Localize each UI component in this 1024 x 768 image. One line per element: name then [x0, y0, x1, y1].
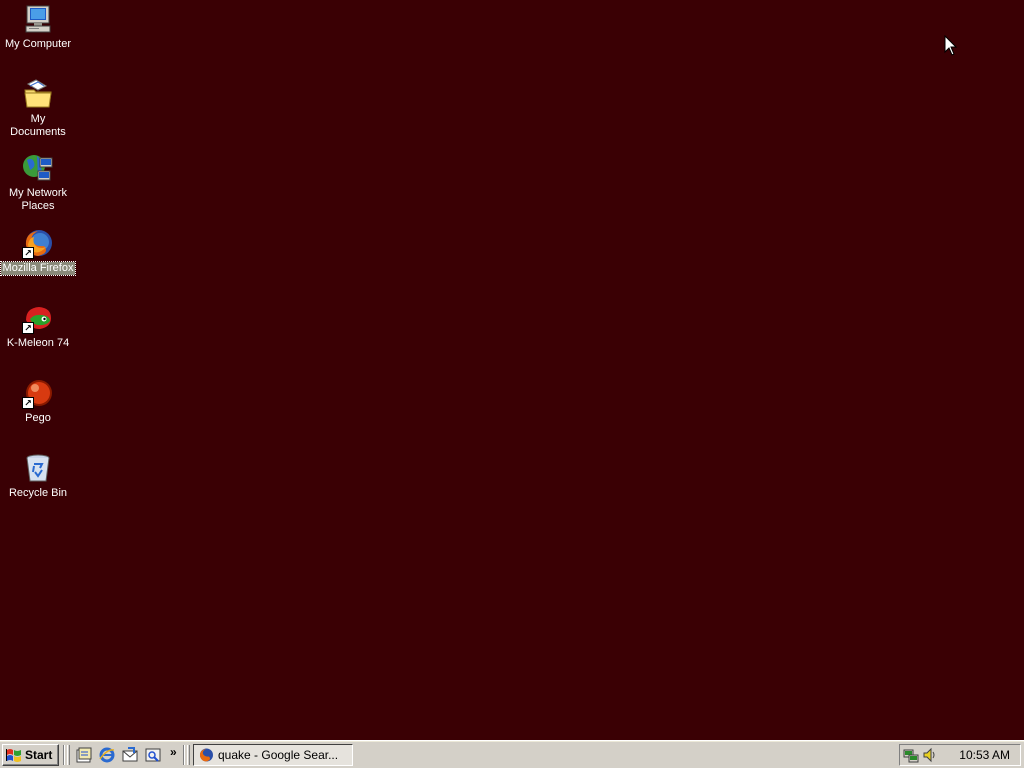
quick-launch-more-button[interactable]: » — [170, 745, 177, 759]
toolbar-grip[interactable] — [187, 745, 190, 765]
desktop-icon-label: Mozilla Firefox — [0, 261, 77, 276]
network-tray-icon[interactable] — [903, 747, 919, 763]
outlook-express-icon[interactable] — [122, 747, 138, 763]
my-computer-icon — [21, 2, 55, 36]
shortcut-arrow-icon: ↗ — [22, 322, 34, 334]
my-documents-icon — [21, 77, 55, 111]
desktop-icon-label: My Documents — [10, 113, 66, 138]
mouse-cursor-icon — [944, 34, 958, 62]
desktop-icon-mozilla-firefox[interactable]: ↗ Mozilla Firefox — [0, 226, 77, 276]
pego-icon: ↗ — [21, 376, 55, 410]
taskbar: Start » quake - Google Sear... 10:53 AM — [0, 740, 1024, 768]
desktop-icon-my-documents[interactable]: My Documents — [0, 77, 76, 139]
desktop-icon-label: K-Meleon 74 — [6, 337, 70, 349]
taskbar-separator — [63, 745, 65, 765]
media-icon[interactable] — [145, 747, 161, 763]
desktop-icon-label: My Network Places — [8, 187, 68, 212]
system-tray: 10:53 AM — [899, 744, 1021, 766]
windows-logo-icon — [6, 748, 22, 762]
desktop-icon-pego[interactable]: ↗ Pego — [0, 376, 76, 425]
desktop[interactable]: My Computer My Documents My Network Plac… — [0, 0, 1024, 740]
internet-explorer-icon[interactable] — [99, 747, 115, 763]
desktop-icon-my-computer[interactable]: My Computer — [0, 2, 76, 51]
recycle-bin-icon — [21, 451, 55, 485]
clock[interactable]: 10:53 AM — [959, 748, 1010, 762]
volume-tray-icon[interactable] — [922, 747, 938, 763]
shortcut-arrow-icon: ↗ — [22, 397, 34, 409]
firefox-icon — [198, 747, 214, 763]
desktop-icon-k-meleon[interactable]: ↗ K-Meleon 74 — [0, 301, 76, 350]
shortcut-arrow-icon: ↗ — [22, 247, 34, 259]
taskbar-separator — [183, 745, 185, 765]
start-label: Start — [25, 748, 53, 762]
desktop-icon-recycle-bin[interactable]: Recycle Bin — [0, 451, 76, 500]
k-meleon-icon: ↗ — [21, 301, 55, 335]
show-desktop-icon[interactable] — [76, 747, 92, 763]
firefox-icon: ↗ — [21, 226, 55, 260]
taskbar-button-firefox[interactable]: quake - Google Sear... — [193, 744, 353, 766]
toolbar-grip[interactable] — [67, 745, 70, 765]
desktop-icon-my-network-places[interactable]: My Network Places — [0, 151, 76, 213]
desktop-icon-label: Recycle Bin — [8, 487, 68, 499]
network-places-icon — [21, 151, 55, 185]
taskbar-button-label: quake - Google Sear... — [218, 748, 339, 762]
desktop-icon-label: Pego — [25, 412, 51, 424]
desktop-icon-label: My Computer — [4, 38, 72, 50]
start-button[interactable]: Start — [2, 744, 59, 766]
